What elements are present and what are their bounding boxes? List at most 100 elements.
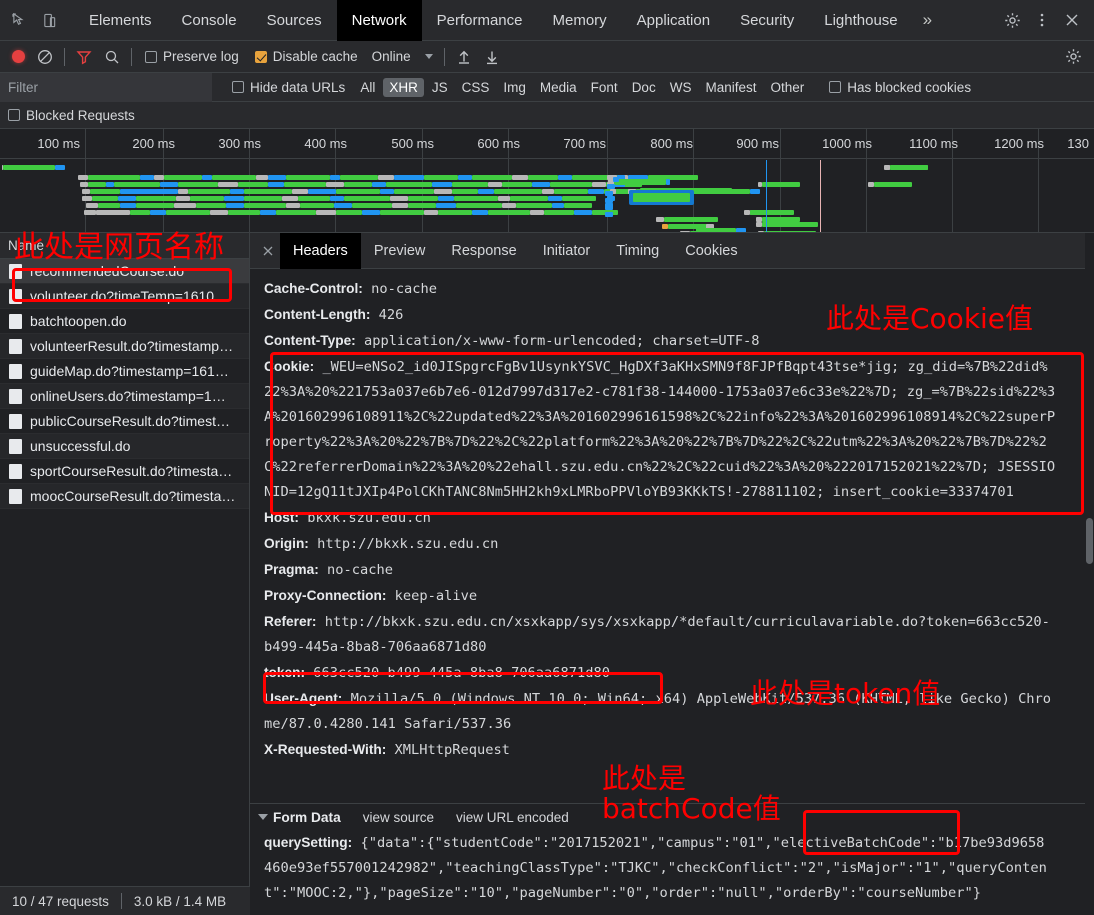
request-row[interactable]: volunteerResult.do?timestamp… (0, 334, 249, 359)
overview-bar-segment (394, 175, 424, 180)
gear-icon[interactable] (998, 5, 1026, 35)
header-key: Referer: (264, 614, 317, 629)
filter-type-doc[interactable]: Doc (626, 78, 662, 97)
request-row[interactable]: recommendedCourse.do (0, 259, 249, 284)
filter-type-all[interactable]: All (354, 78, 381, 97)
inspect-element-icon[interactable] (4, 5, 34, 35)
filter-button[interactable] (70, 42, 98, 72)
overview-bar-segment (238, 182, 268, 187)
tab-lighthouse[interactable]: Lighthouse (809, 0, 912, 41)
tab-console[interactable]: Console (167, 0, 252, 41)
overview-bar-segment (605, 198, 613, 203)
overview-bar-segment (190, 196, 224, 201)
filter-type-js[interactable]: JS (426, 78, 454, 97)
overview-bar-segment (276, 210, 316, 215)
details-tab-response[interactable]: Response (438, 233, 529, 269)
overview-bar-segment (372, 182, 386, 187)
request-row-name: guideMap.do?timestamp=161… (30, 363, 229, 379)
view-url-encoded-link[interactable]: view URL encoded (456, 810, 569, 825)
clear-button[interactable] (31, 42, 59, 72)
details-tab-headers[interactable]: Headers (280, 233, 361, 269)
device-toolbar-icon[interactable] (34, 5, 64, 35)
network-settings-icon[interactable] (1059, 42, 1088, 72)
overview-bar-segment (164, 175, 202, 180)
form-data-value-line-3: t":"MOOC:2,"},"pageSize":"10","pageNumbe… (264, 885, 981, 901)
header-key: Host: (264, 510, 299, 525)
document-icon (9, 363, 22, 379)
filter-type-other[interactable]: Other (764, 78, 810, 97)
header-row-token: token: 663cc520-b499-445a-8ba8-706aa6871… (250, 660, 1094, 686)
search-button[interactable] (98, 42, 126, 72)
more-tabs-icon[interactable]: » (913, 10, 942, 30)
filter-type-css[interactable]: CSS (456, 78, 496, 97)
overview-bar-segment (256, 175, 268, 180)
overview-bar-segment (330, 175, 340, 180)
record-button[interactable] (6, 42, 31, 72)
more-options-icon[interactable] (1028, 5, 1056, 35)
overview-bar-segment (130, 210, 150, 215)
tab-application[interactable]: Application (622, 0, 725, 41)
request-row[interactable]: volunteer.do?timeTemp=1610… (0, 284, 249, 309)
overview-bar-segment (352, 203, 392, 208)
document-icon (9, 338, 22, 354)
overview-bar-segment (664, 217, 718, 222)
overview-bar-segment (55, 165, 65, 170)
filter-type-xhr[interactable]: XHR (383, 77, 424, 97)
network-overview-timeline[interactable]: 100 ms 200 ms 300 ms 400 ms 500 ms 600 m… (0, 129, 1094, 233)
blocked-requests-checkbox[interactable]: Blocked Requests (8, 108, 143, 123)
filter-type-img[interactable]: Img (497, 78, 532, 97)
overview-bar-segment (452, 189, 478, 194)
filter-type-ws[interactable]: WS (664, 78, 698, 97)
request-row[interactable]: sportCourseResult.do?timesta… (0, 459, 249, 484)
details-tab-cookies[interactable]: Cookies (672, 233, 750, 269)
hide-data-urls-checkbox[interactable]: Hide data URLs (224, 80, 353, 95)
ruler-tick-label: 1100 ms (909, 136, 958, 151)
filter-input[interactable] (0, 72, 212, 102)
request-row[interactable]: publicCourseResult.do?timest… (0, 409, 249, 434)
request-list-header[interactable]: Name (0, 233, 249, 259)
form-data-value-line-1: {"data":{"studentCode":"2017152021","cam… (352, 835, 1045, 851)
request-row[interactable]: guideMap.do?timestamp=161… (0, 359, 249, 384)
view-source-link[interactable]: view source (363, 810, 434, 825)
request-row[interactable]: onlineUsers.do?timestamp=1… (0, 384, 249, 409)
request-row[interactable]: batchtoopen.do (0, 309, 249, 334)
request-row[interactable]: unsuccessful.do (0, 434, 249, 459)
tab-performance[interactable]: Performance (422, 0, 538, 41)
overview-ruler: 100 ms 200 ms 300 ms 400 ms 500 ms 600 m… (0, 129, 1094, 232)
overview-bar-segment (408, 196, 438, 201)
header-value: keep-alive (386, 588, 478, 604)
has-blocked-cookies-label: Has blocked cookies (847, 79, 972, 95)
preserve-log-checkbox[interactable]: Preserve log (137, 49, 247, 64)
details-scrollbar-thumb[interactable] (1086, 518, 1093, 564)
export-har-button[interactable] (478, 42, 506, 72)
tab-memory[interactable]: Memory (538, 0, 622, 41)
header-key: Proxy-Connection: (264, 588, 387, 603)
has-blocked-cookies-checkbox[interactable]: Has blocked cookies (821, 80, 979, 95)
ruler-tick-label: 200 ms (132, 136, 175, 151)
details-tab-preview[interactable]: Preview (361, 233, 439, 269)
overview-bar-segment (550, 182, 592, 187)
overview-bar-segment (268, 182, 284, 187)
tab-sources[interactable]: Sources (252, 0, 337, 41)
tab-security[interactable]: Security (725, 0, 809, 41)
overview-bar-segment (120, 189, 178, 194)
import-har-button[interactable] (450, 42, 478, 72)
disable-cache-checkbox[interactable]: Disable cache (247, 49, 366, 64)
filter-type-media[interactable]: Media (534, 78, 583, 97)
preserve-log-label: Preserve log (163, 49, 239, 64)
form-data-header[interactable]: Form Data view source view URL encoded (250, 804, 1094, 830)
close-details-icon[interactable] (256, 239, 280, 263)
details-tab-initiator[interactable]: Initiator (530, 233, 604, 269)
tab-elements[interactable]: Elements (74, 0, 167, 41)
document-icon (9, 413, 22, 429)
overview-bar-segment (424, 210, 438, 215)
overview-bar-segment (334, 203, 352, 208)
details-scrollbar[interactable] (1085, 233, 1094, 910)
filter-type-manifest[interactable]: Manifest (699, 78, 762, 97)
tab-network[interactable]: Network (336, 0, 422, 41)
details-tab-timing[interactable]: Timing (603, 233, 672, 269)
close-icon[interactable] (1058, 5, 1086, 35)
request-row[interactable]: moocCourseResult.do?timesta… (0, 484, 249, 509)
filter-type-font[interactable]: Font (585, 78, 624, 97)
throttle-dropdown[interactable]: Online (366, 49, 439, 64)
